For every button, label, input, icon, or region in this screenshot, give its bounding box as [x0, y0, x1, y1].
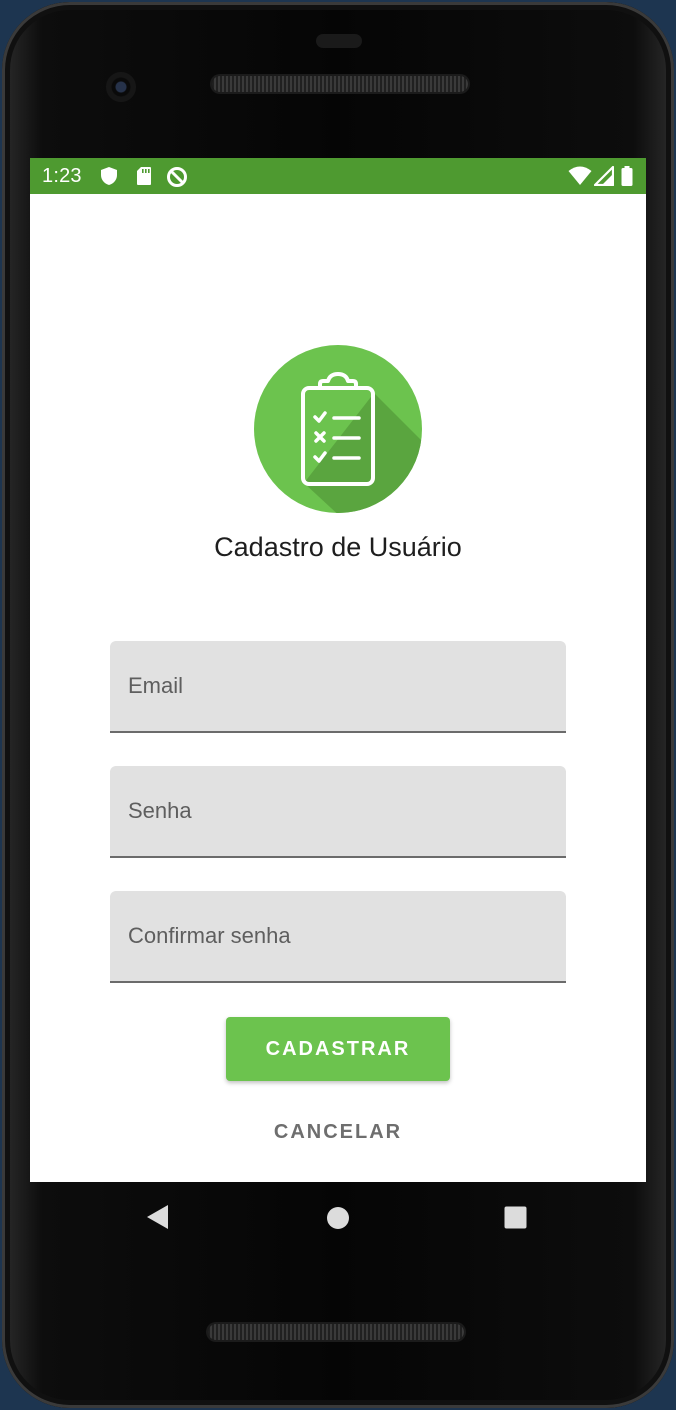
cancel-button[interactable]: CANCELAR — [226, 1110, 450, 1154]
email-field[interactable] — [110, 641, 566, 733]
cell-signal-icon — [594, 166, 614, 186]
confirm-password-field[interactable] — [110, 891, 566, 983]
shield-icon — [101, 167, 117, 185]
password-field[interactable] — [110, 766, 566, 858]
clipboard-checklist-icon — [254, 345, 422, 513]
proximity-sensor — [316, 34, 362, 48]
recents-icon[interactable] — [504, 1206, 527, 1229]
page-title: Cadastro de Usuário — [214, 532, 462, 562]
front-camera — [106, 72, 136, 102]
app-screen: 1:23 Cadastro de Usuário Email CADASTRAR… — [30, 158, 646, 1182]
sync-disabled-icon — [167, 167, 187, 187]
earpiece-speaker — [212, 76, 468, 92]
status-time: 1:23 — [42, 165, 82, 187]
confirm-password-input[interactable] — [110, 891, 566, 981]
home-icon[interactable] — [326, 1206, 350, 1230]
sd-card-icon — [137, 167, 151, 185]
email-input[interactable] — [110, 641, 566, 731]
wifi-icon — [568, 166, 592, 185]
status-bar: 1:23 — [30, 158, 646, 194]
back-icon[interactable] — [146, 1204, 170, 1230]
battery-icon — [621, 166, 633, 186]
bottom-speaker — [208, 1324, 464, 1340]
password-input[interactable] — [110, 766, 566, 856]
register-button[interactable]: CADASTRAR — [226, 1017, 450, 1081]
